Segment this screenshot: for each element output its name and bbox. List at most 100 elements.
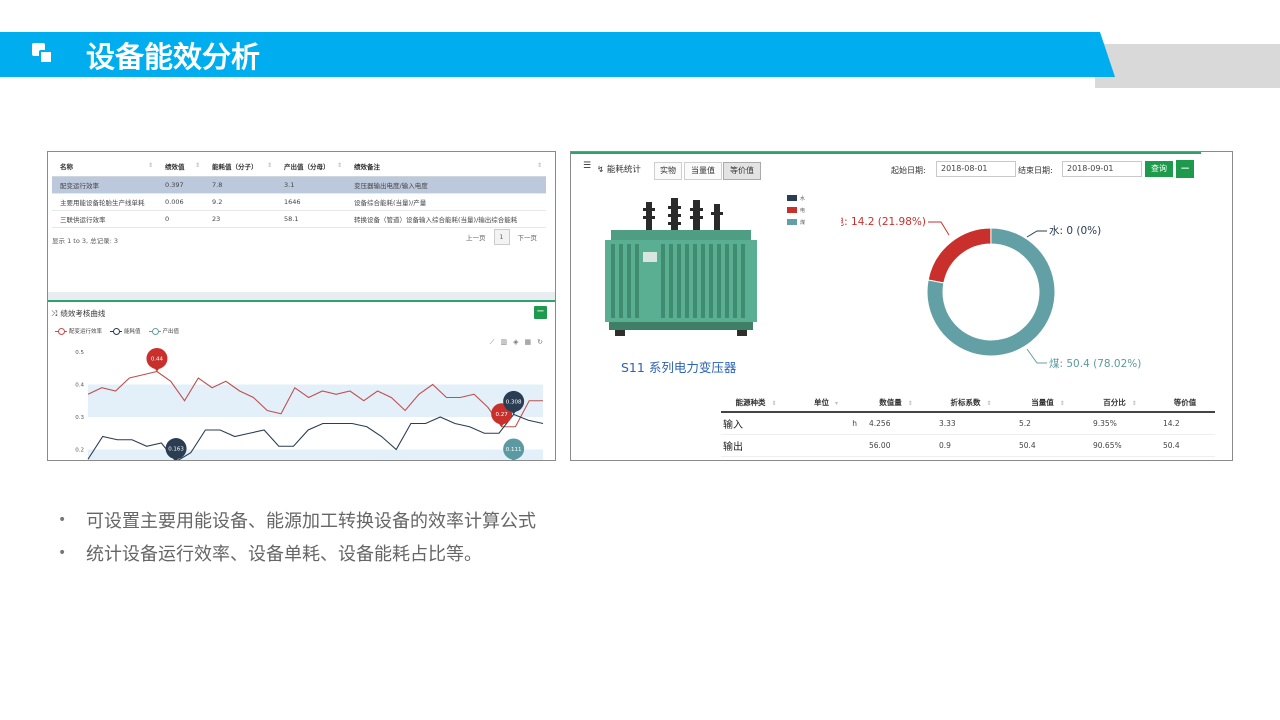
callout-label: 0.111 [506, 447, 522, 453]
legend-item[interactable]: 产出值 [148, 327, 179, 335]
table-cell: 9.35% [1085, 412, 1155, 435]
table-row[interactable]: 输出 56.00 0.9 50.4 90.65% 50.4 [721, 434, 1215, 457]
table-cell: 设备综合能耗(当量)/产量 [346, 193, 546, 211]
label-leader [1026, 230, 1047, 238]
callout-label: 0.163 [168, 447, 184, 453]
table-cell: 0 [157, 210, 204, 228]
table-cell: 3.1 [276, 176, 346, 194]
table-cell: h [791, 412, 861, 435]
table-cell: 14.2 [1155, 412, 1215, 435]
transformer-caption: S11 系列电力变压器 [621, 360, 737, 375]
legend-item[interactable]: 水 [787, 192, 805, 204]
next-page-link[interactable]: 下一页 [518, 232, 538, 242]
table-cell: 90.65% [1085, 434, 1155, 457]
table-cell: 9.2 [204, 193, 276, 211]
feature-bullets: • 可设置主要用能设备、能源加工转换设备的效率计算公式 • 统计设备运行效率、设备单… [58, 503, 536, 569]
column-header[interactable]: 能源种类 ⇕ [721, 394, 791, 413]
legend-item[interactable]: 配变运行效率 [55, 327, 102, 335]
page-number-button[interactable]: 1 [493, 229, 510, 245]
column-header[interactable]: 数值量 ⇕ [861, 394, 931, 413]
table-row[interactable]: 输入 h 4.256 3.33 5.2 9.35% 14.2 [721, 412, 1215, 435]
chart-band [88, 449, 543, 460]
label-leader [1026, 348, 1047, 364]
legend-item[interactable]: 电 [787, 204, 805, 216]
table-row[interactable]: 主要用能设备轮胎生产线单耗 0.006 9.2 1646 设备综合能耗(当量)/… [52, 193, 546, 211]
bullet-dot-icon: • [58, 544, 67, 561]
query-button[interactable]: 查询 [1145, 161, 1173, 177]
legend-item[interactable]: 煤 [787, 216, 805, 228]
column-header[interactable]: 名称 ⇕ [52, 156, 157, 177]
table-cell: 主要用能设备轮胎生产线单耗 [52, 193, 157, 211]
column-header[interactable]: 产出值（分母） ⇕ [276, 156, 346, 177]
table-row[interactable]: 三联供运行效率 0 23 58.1 转换设备（管道）设备输入综合能耗(当量)/输… [52, 210, 546, 228]
label-leader [928, 221, 950, 236]
table-cell: 0.9 [931, 434, 1011, 457]
callout-label: 0.308 [506, 399, 522, 405]
start-date-input[interactable]: 2018-08-01 [936, 161, 1016, 177]
performance-screenshot: 名称 ⇕ 绩效值 ⇕ 能耗值（分子） ⇕ 产出值（分母） ⇕ 绩效备注 ⇕ 配变运行效率 … [47, 151, 556, 461]
table-cell: 7.8 [204, 176, 276, 194]
tab-equal-value[interactable]: 等价值 [723, 162, 761, 180]
table-cell: 23 [204, 210, 276, 228]
column-header[interactable]: 能耗值（分子） ⇕ [204, 156, 276, 177]
y-tick-label: 0.3 [75, 415, 84, 421]
pagination: 上一页 1 下一页 [466, 229, 537, 245]
table-record-count: 显示 1 to 3, 总记录: 3 [52, 237, 119, 245]
column-header[interactable]: 等价值 [1155, 394, 1215, 413]
tab-equivalent[interactable]: 当量值 [684, 162, 722, 180]
donut-chart: 电: 14.2 (21.98%) 水: 0 (0%) 煤: 50.4 (78.02%… [841, 215, 1141, 370]
table-cell: 三联供运行效率 [52, 210, 157, 228]
performance-table: 名称 ⇕ 绩效值 ⇕ 能耗值（分子） ⇕ 产出值（分母） ⇕ 绩效备注 ⇕ 配变运行效率 … [52, 156, 546, 228]
donut-slice [927, 227, 992, 284]
chart-band [88, 384, 543, 417]
table-cell: 配变运行效率 [52, 176, 157, 194]
chart-panel-title: 绩效考核曲线 [60, 309, 106, 318]
table-cell: 0.397 [157, 176, 204, 194]
table-cell: 变压器输出电度/输入电度 [346, 176, 546, 194]
end-date-label: 结束日期: [1018, 166, 1053, 175]
collapse-button[interactable]: − [534, 306, 547, 319]
performance-chart-panel: ⤨ 绩效考核曲线 − 配变运行效率 能耗值 产出值 ⟋ ▥ ◈ ▦ ↻ 0.5 0… [48, 300, 555, 460]
table-cell: 输入 [721, 412, 791, 435]
table-cell: 转换设备（管道）设备输入综合能耗(当量)/输出综合能耗 [346, 210, 546, 228]
end-date-input[interactable]: 2018-09-01 [1062, 161, 1142, 177]
pie-legend: 水 电 煤 [787, 192, 805, 228]
panel-divider [48, 292, 555, 300]
table-row[interactable]: 配变运行效率 0.397 7.8 3.1 变压器输出电度/输入电度 [52, 176, 546, 194]
table-cell: 58.1 [276, 210, 346, 228]
page-title: 设备能效分析 [86, 40, 261, 74]
column-header[interactable]: 绩效值 ⇕ [157, 156, 204, 177]
table-cell: 5.2 [1011, 412, 1085, 435]
bullet-item: • 可设置主要用能设备、能源加工转换设备的效率计算公式 [58, 510, 536, 532]
slice-label: 水: 0 (0%) [1049, 225, 1101, 237]
column-header[interactable]: 折标系数 ⇕ [931, 394, 1011, 413]
y-tick-label: 0.4 [75, 383, 84, 389]
start-date-label: 起始日期: [891, 166, 926, 175]
logo-icon [32, 43, 54, 65]
menu-icon[interactable]: ☰ [583, 161, 591, 171]
table-cell: 3.33 [931, 412, 1011, 435]
table-cell [791, 434, 861, 457]
table-cell: 50.4 [1155, 434, 1215, 457]
prev-page-link[interactable]: 上一页 [466, 232, 486, 242]
energy-stats-screenshot: ☰ ↯ 能耗统计 实物 当量值 等价值 起始日期: 2018-08-01 结束日… [570, 151, 1233, 461]
banner-accent [1095, 44, 1280, 88]
callout-marker: 0.44 [146, 348, 168, 372]
collapse-button[interactable]: − [1176, 160, 1194, 178]
column-header[interactable]: 当量值 ⇕ [1011, 394, 1085, 413]
bullet-item: • 统计设备运行效率、设备单耗、设备能耗占比等。 [58, 543, 482, 565]
energy-toolbar: ☰ ↯ 能耗统计 实物 当量值 等价值 起始日期: 2018-08-01 结束日… [571, 154, 1232, 184]
transformer-image [605, 198, 757, 336]
line-chart: 0.5 0.4 0.3 0.2 0.44 0.27 0.163 0.308 0.111 [75, 348, 544, 460]
legend-item[interactable]: 能耗值 [110, 327, 141, 335]
tab-physical[interactable]: 实物 [654, 162, 682, 180]
chart-legend: 配变运行效率 能耗值 产出值 [55, 327, 179, 335]
performance-table-area: 名称 ⇕ 绩效值 ⇕ 能耗值（分子） ⇕ 产出值（分母） ⇕ 绩效备注 ⇕ 配变运行效率 … [48, 152, 555, 292]
table-cell: 输出 [721, 434, 791, 457]
column-header[interactable]: 单位 ▾ [791, 394, 861, 413]
slice-label: 煤: 50.4 (78.02%) [1049, 357, 1141, 370]
bullet-dot-icon: • [58, 511, 67, 528]
energy-panel-title: ↯ 能耗统计 [597, 165, 641, 175]
column-header[interactable]: 百分比 ⇕ [1085, 394, 1155, 413]
column-header[interactable]: 绩效备注 ⇕ [346, 156, 546, 177]
